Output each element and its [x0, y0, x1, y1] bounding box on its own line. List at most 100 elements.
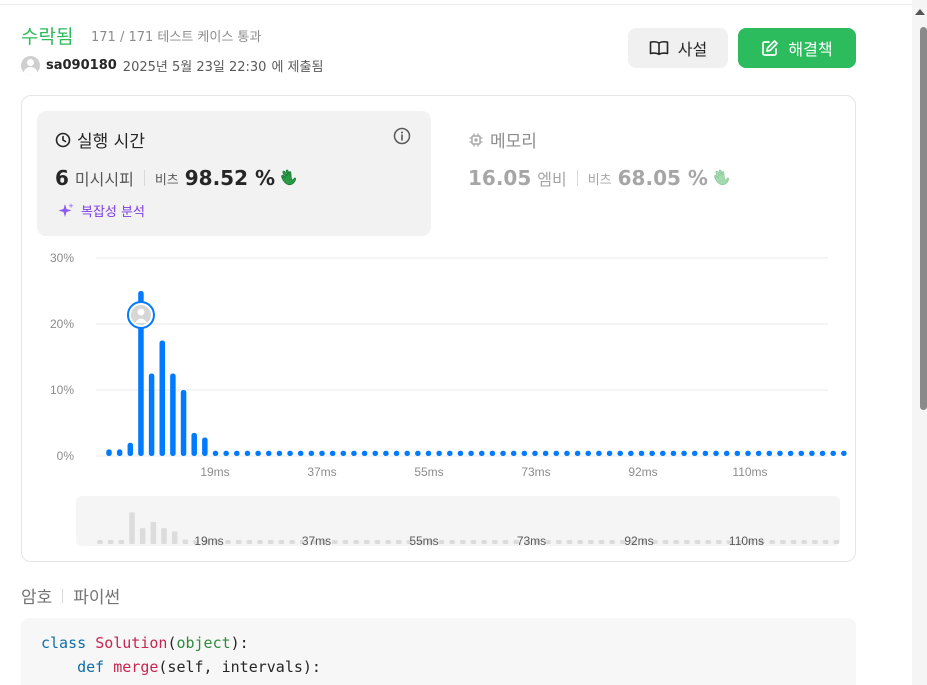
navigator-bar: [278, 540, 285, 544]
navigator-bar: [556, 540, 562, 544]
navigator-bar: [460, 540, 466, 544]
chart-bar: [340, 450, 347, 456]
y-tick-label: 0%: [57, 449, 75, 463]
code-block[interactable]: class Solution(object): def merge(self, …: [21, 618, 856, 685]
stats-card: 실행 시간 6 미시시피 비츠 98.52 % 복잡성 분석 메모리 16.05…: [21, 95, 856, 562]
chart-bar: [297, 450, 304, 456]
x-tick-label: 92ms: [628, 465, 657, 479]
chart-bar: [521, 450, 528, 456]
navigator-bar: [470, 540, 477, 544]
navigator-bar: [481, 540, 487, 544]
chart-bar: [106, 449, 112, 456]
submitted-suffix: 에 제출됨: [271, 59, 324, 75]
code-line: def merge(self, intervals):: [77, 658, 321, 676]
y-tick-label: 30%: [50, 251, 74, 265]
navigator-bar: [812, 540, 818, 544]
navigator-bar: [182, 539, 189, 544]
code-line: class Solution(object):: [41, 634, 249, 652]
navigator-bar: [790, 540, 797, 544]
chart-bar: [425, 450, 432, 456]
code-label: 암호: [21, 588, 53, 608]
chart-bar: [755, 450, 762, 456]
chart-bar: [777, 450, 783, 456]
navigator-bar: [107, 540, 114, 544]
username-link[interactable]: sa090180: [46, 58, 117, 73]
navigator-bar: [438, 540, 445, 544]
navigator-tick-label: 19ms: [194, 534, 223, 548]
navigator-bar: [769, 540, 775, 544]
navigator-bar: [129, 512, 135, 544]
navigator-bar: [267, 540, 274, 544]
navigator-bar: [577, 540, 583, 544]
chart-bar: [798, 450, 804, 456]
navigator-bar: [150, 521, 157, 544]
navigator-bar: [97, 540, 103, 544]
y-tick-label: 10%: [50, 383, 74, 397]
marker-avatar-head: [137, 308, 145, 316]
submission-status: 수락됨: [21, 26, 74, 48]
chart-bar: [702, 450, 709, 456]
tests-passed: 171 / 171 테스트 케이스 통과: [91, 30, 262, 45]
chart-bar: [564, 450, 570, 456]
avatar[interactable]: [21, 55, 40, 75]
solution-button[interactable]: 사설: [628, 28, 728, 68]
chart-bar: [596, 450, 602, 456]
chart-bar: [479, 450, 485, 456]
code-language: 파이썬: [73, 588, 121, 608]
chart-bar: [415, 450, 421, 456]
chart-bar: [308, 450, 315, 456]
solution-label: 사설: [677, 40, 708, 59]
navigator-bar: [684, 540, 690, 544]
navigator-tick-label: 37ms: [302, 534, 331, 548]
chart-bar: [713, 450, 719, 456]
submitted-at: 2025년 5월 23일 22:30: [122, 59, 267, 75]
navigator-bar: [342, 540, 349, 544]
navigator-bar: [609, 540, 615, 544]
edit-label: 해결책: [788, 40, 833, 59]
chart-bar: [351, 450, 357, 456]
navigator-bar: [118, 540, 125, 544]
navigator-bar: [662, 540, 669, 544]
chart-bar: [723, 450, 730, 456]
chart-bar: [383, 450, 389, 456]
edit-solution-button[interactable]: 해결책: [738, 28, 856, 68]
runtime-distribution-chart[interactable]: 30% 20% 10% 0% 19ms 37ms 55ms 73ms 92ms 110ms 19m…: [22, 96, 857, 563]
code-language-row: 암호 파이썬: [21, 583, 120, 608]
y-tick-label: 20%: [50, 317, 74, 331]
chart-bar: [638, 450, 645, 456]
chart-bar: [234, 450, 240, 456]
navigator-bar: [225, 540, 231, 544]
chart-bar: [500, 450, 506, 456]
chart-bar: [670, 450, 677, 456]
navigator-bar: [171, 531, 178, 544]
navigator-bar: [694, 540, 701, 544]
chart-bar: [223, 450, 229, 456]
navigator-bar: [833, 540, 839, 544]
navigator-tick-label: 55ms: [409, 534, 438, 548]
book-icon: [649, 40, 669, 56]
top-divider: [0, 4, 912, 5]
chart-bar: [127, 442, 134, 456]
scrollbar-thumb[interactable]: [920, 27, 927, 410]
chart-bar: [681, 450, 687, 456]
navigator-bar: [545, 540, 551, 544]
navigator-bar: [385, 540, 391, 544]
chart-bar: [606, 450, 613, 456]
chart-bar: [532, 450, 538, 456]
scroll-up-arrow[interactable]: [915, 9, 925, 15]
chart-bar: [457, 450, 464, 456]
chart-bar: [830, 450, 836, 456]
chart-bar: [170, 373, 176, 456]
chart-bar: [468, 450, 474, 456]
chart-bar: [447, 450, 453, 456]
divider: [62, 588, 64, 603]
navigator-bar: [257, 540, 263, 544]
chart-bar: [159, 340, 165, 456]
chart-bar: [692, 450, 698, 456]
submission-meta: sa090180 2025년 5월 23일 22:30 에 제출됨: [21, 55, 323, 75]
navigator-tick-label: 110ms: [729, 534, 764, 548]
x-tick-label: 110ms: [732, 465, 767, 479]
navigator-bar: [364, 540, 370, 544]
navigator-bar: [161, 528, 167, 544]
chart-bar: [809, 450, 815, 456]
